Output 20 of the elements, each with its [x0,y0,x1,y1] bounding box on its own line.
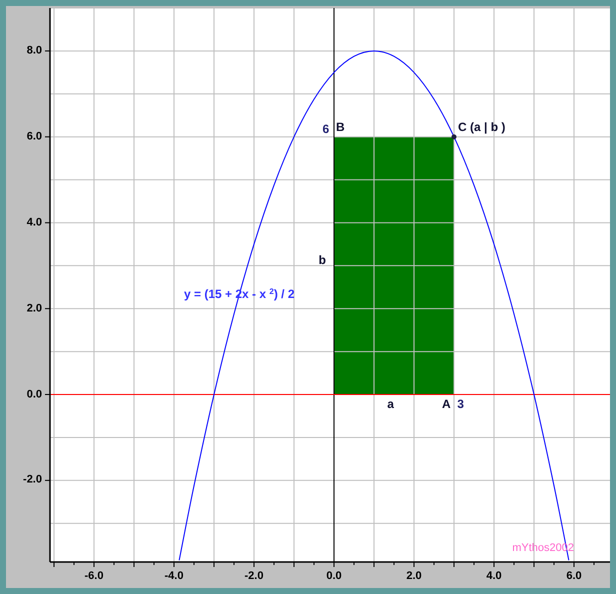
y-tick-label: 8.0 [26,45,42,56]
y-tick-label: 4.0 [26,217,42,228]
plot-label: b [318,254,326,266]
x-tick-label: 6.0 [566,571,582,582]
y-tick-label: 6.0 [26,131,42,142]
point-label: C (a | b ) [458,120,506,133]
plot-label: A [442,398,451,410]
plot-label: 3 [457,398,464,410]
x-tick-label: 4.0 [486,571,502,582]
plot-label: 6 [322,122,330,135]
x-tick-label: 0.0 [326,571,342,582]
y-tick-label: -2.0 [23,474,42,486]
x-tick-label: -6.0 [84,571,104,582]
plot-label: B [336,120,345,133]
y-tick-label: 2.0 [26,303,42,314]
x-tick-label: -4.0 [164,571,184,582]
y-tick-label: 0.0 [26,389,42,400]
x-tick-label: -2.0 [244,571,264,582]
x-tick-label: 2.0 [406,571,422,582]
plot-label: a [387,398,394,410]
